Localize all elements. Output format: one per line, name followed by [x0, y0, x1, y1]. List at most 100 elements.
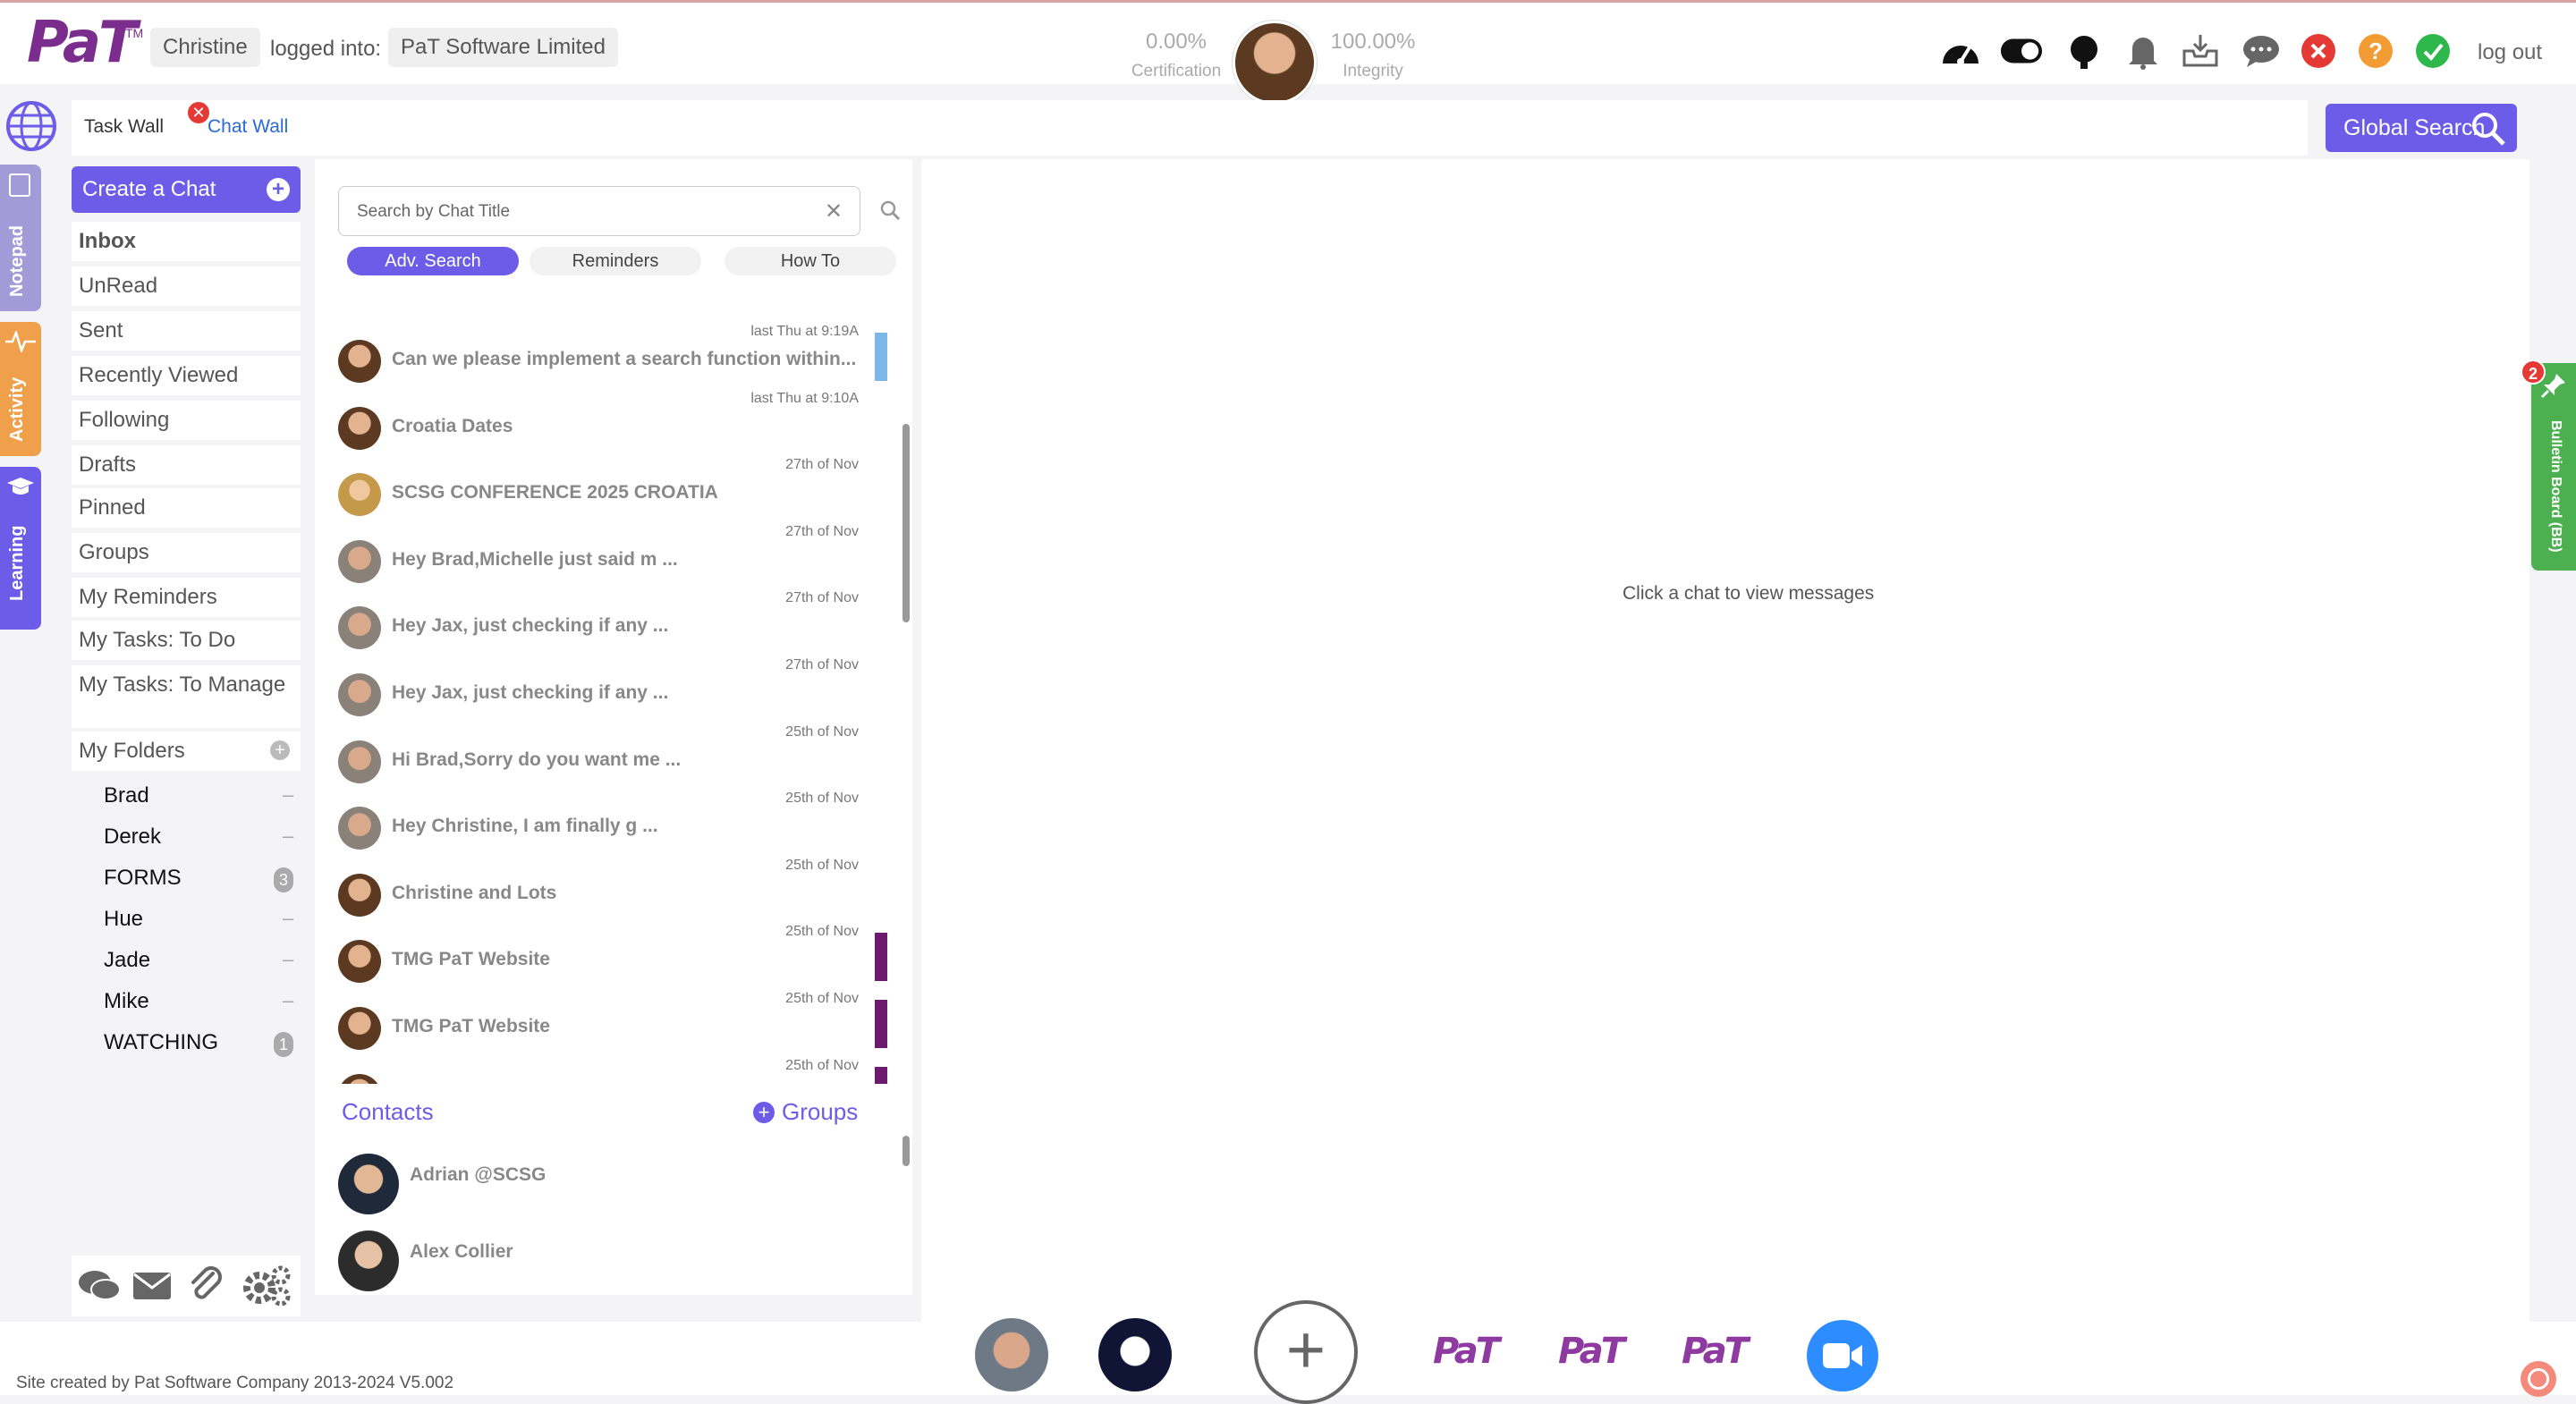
sidebar-item-unread[interactable]: UnRead [72, 266, 301, 306]
user-name-pill[interactable]: Christine [150, 28, 260, 67]
chat-list-item[interactable]: 25th of Nov Hi Brad,Sorry do you want me … [336, 723, 873, 789]
create-chat-button[interactable]: Create a Chat + [72, 166, 301, 213]
chat-list-item[interactable]: 27th of Nov Hey Jax, just checking if any… [336, 655, 873, 722]
folder-collapse-icon[interactable]: – [283, 948, 293, 971]
dock-pat-app-3[interactable]: PaT [1678, 1320, 1749, 1386]
reminders-button[interactable]: Reminders [530, 247, 701, 275]
folder-item[interactable]: Mike – [72, 985, 301, 1021]
chat-list-item[interactable]: last Thu at 9:19A Can we please implement… [336, 322, 887, 388]
groups-button[interactable]: + Groups [753, 1098, 858, 1126]
sidebar-item-my-folders[interactable]: My Folders + [72, 732, 301, 771]
chat-timestamp: 25th of Nov [785, 791, 859, 807]
chat-bubble-icon[interactable] [2240, 30, 2283, 72]
inbox-icon[interactable] [2179, 30, 2222, 72]
globe-icon[interactable] [5, 100, 57, 152]
chat-list-item[interactable]: 27th of Nov Hey Brad,Michelle just said m… [336, 522, 873, 588]
mail-icon[interactable] [132, 1272, 172, 1305]
folder-collapse-icon[interactable]: – [283, 825, 293, 848]
folder-name: Derek [104, 825, 162, 849]
bottom-dock: Site created by Pat Software Company 201… [0, 1300, 2576, 1404]
dock-pat-logo: PaT [1682, 1331, 1749, 1372]
chat-list-item[interactable]: 27th of Nov SCSG CONFERENCE 2025 CROATIA [336, 455, 873, 521]
logo[interactable]: PaT TM [27, 10, 144, 76]
dock-avatar-astronaut[interactable] [1098, 1318, 1172, 1391]
bell-icon[interactable] [2122, 30, 2165, 72]
activity-tab[interactable]: Activity [0, 322, 41, 456]
profile-avatar[interactable] [1233, 21, 1317, 105]
dock-pat-logo: PaT [1558, 1331, 1625, 1372]
tab-task-wall[interactable]: Task Wall [84, 116, 164, 138]
close-chat-wall-icon[interactable]: ✕ [188, 102, 209, 123]
chat-search-icon[interactable] [880, 200, 901, 224]
folder-item[interactable]: Jade – [72, 944, 301, 980]
how-to-button[interactable]: How To [724, 247, 896, 275]
sidebar-item-pinned[interactable]: Pinned [72, 488, 301, 528]
check-circle-icon[interactable] [2411, 30, 2454, 72]
chats-icon[interactable] [77, 1268, 122, 1308]
chat-list-item[interactable]: 25th of Nov Christine and Lots [336, 856, 873, 922]
folder-item[interactable]: Derek – [72, 821, 301, 857]
company-pill[interactable]: PaT Software Limited [388, 28, 618, 67]
folder-item[interactable]: FORMS 3 [72, 862, 301, 898]
sidebar-item-drafts[interactable]: Drafts [72, 445, 301, 485]
sidebar-item-sent[interactable]: Sent [72, 311, 301, 351]
contact-row[interactable]: Adrian @SCSG [336, 1152, 873, 1214]
settings-icon[interactable] [242, 1264, 292, 1312]
chat-list-item[interactable]: 25th of Nov Hey Christine, I am finally g… [336, 789, 873, 855]
alert-button[interactable] [2521, 1361, 2556, 1397]
sidebar-item-following[interactable]: Following [72, 401, 301, 440]
sidebar-item-label: My Tasks: To Manage [79, 672, 286, 697]
sidebar-item-my-reminders[interactable]: My Reminders [72, 578, 301, 617]
sidebar-item-my-tasks-to-manage[interactable]: My Tasks: To Manage [72, 665, 301, 728]
folder-collapse-icon[interactable]: – [283, 783, 293, 807]
sidebar-item-my-tasks-to-do[interactable]: My Tasks: To Do [72, 621, 301, 660]
dock-avatar-user[interactable] [975, 1318, 1048, 1391]
chat-list-item[interactable]: 25th of Nov TMG PaT Website [336, 989, 887, 1055]
avatar [338, 1231, 399, 1291]
bulletin-board-tab[interactable]: Bulletin Board (BB) [2531, 363, 2576, 571]
video-call-button[interactable] [1807, 1320, 1878, 1391]
chat-list-item[interactable]: 27th of Nov Hey Jax, just checking if any… [336, 588, 873, 655]
chat-list-item[interactable]: 25th of Nov TMG PaT Website [336, 922, 887, 988]
help-icon[interactable]: ? [2354, 30, 2397, 72]
chat-list-item[interactable]: 25th of Nov [336, 1056, 887, 1084]
chat-list-item[interactable]: last Thu at 9:10A Croatia Dates [336, 389, 873, 455]
toggle-icon[interactable] [2000, 30, 2043, 72]
adv-search-button[interactable]: Adv. Search [347, 247, 519, 275]
folder-item[interactable]: Brad – [72, 780, 301, 816]
folder-item[interactable]: WATCHING 1 [72, 1027, 301, 1062]
add-dock-button[interactable]: + [1254, 1300, 1358, 1404]
folder-collapse-icon[interactable]: – [283, 989, 293, 1012]
contact-row[interactable]: Alex Collier [336, 1229, 873, 1291]
tab-chat-wall[interactable]: Chat Wall [208, 116, 288, 138]
sidebar-item-groups[interactable]: Groups [72, 533, 301, 572]
paperclip-icon[interactable] [188, 1266, 224, 1308]
avatar [338, 1154, 399, 1214]
chat-title: Croatia Dates [392, 415, 513, 436]
avatar [338, 1073, 381, 1084]
chat-search-input[interactable]: Search by Chat Title [338, 186, 860, 236]
folder-name: Hue [104, 907, 144, 931]
sidebar-item-recently-viewed[interactable]: Recently Viewed [72, 356, 301, 395]
folder-collapse-icon[interactable]: – [283, 907, 293, 930]
contacts-scrollbar[interactable] [902, 1136, 910, 1166]
certification-value: 0.00% [1145, 30, 1208, 54]
chat-list-scrollbar[interactable] [902, 424, 910, 622]
add-folder-icon[interactable]: + [270, 740, 290, 760]
notepad-tab[interactable]: Notepad [0, 165, 41, 311]
clear-search-icon[interactable]: ✕ [825, 199, 843, 224]
dashboard-icon[interactable] [1939, 30, 1982, 72]
global-search-button[interactable]: Global Search [2326, 104, 2517, 152]
sidebar-item-label: Recently Viewed [79, 363, 239, 387]
notepad-icon [9, 173, 30, 197]
sidebar-item-inbox[interactable]: Inbox [72, 222, 301, 261]
learning-tab[interactable]: Learning [0, 467, 41, 630]
logo-tm: TM [125, 26, 144, 40]
folder-item[interactable]: Hue – [72, 903, 301, 939]
logout-link[interactable]: log out [2478, 40, 2542, 65]
dock-pat-app-2[interactable]: PaT [1555, 1320, 1625, 1386]
headset-icon[interactable] [2063, 30, 2106, 72]
close-circle-icon[interactable] [2297, 30, 2340, 72]
dock-pat-app-1[interactable]: PaT [1429, 1320, 1500, 1386]
chat-status-marker [875, 1066, 887, 1084]
